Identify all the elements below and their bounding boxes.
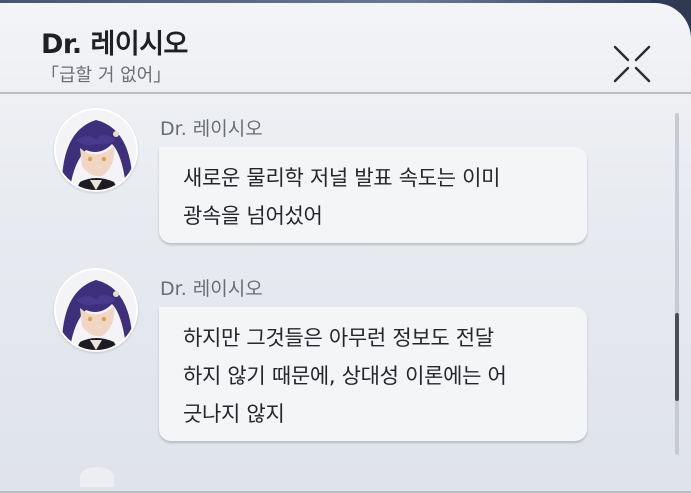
header-divider bbox=[0, 92, 691, 94]
scrollbar-track[interactable] bbox=[675, 113, 679, 455]
sender-name: Dr. 레이시오 bbox=[160, 118, 263, 140]
message-line: 하지만 그것들은 아무런 정보도 전달 bbox=[183, 326, 494, 350]
chat-subtitle: 「급할 거 없어」 bbox=[41, 65, 172, 86]
message-bubble: 새로운 물리학 저널 발표 속도는 이미 광속을 넘어섰어 bbox=[159, 147, 587, 243]
chat-title: Dr. 레이시오 bbox=[41, 29, 188, 60]
chat-header: Dr. 레이시오 「급할 거 없어」 bbox=[0, 3, 691, 92]
message-bubble: 하지만 그것들은 아무런 정보도 전달 하지 않기 때문에, 상대성 이론에는 … bbox=[159, 307, 587, 441]
avatar[interactable] bbox=[54, 108, 138, 192]
close-button[interactable] bbox=[608, 40, 656, 88]
message-line: 광속을 넘어섰어 bbox=[183, 204, 323, 228]
avatar-portrait-icon bbox=[56, 110, 136, 190]
message-line: 하지 않기 때문에, 상대성 이론에는 어 bbox=[183, 364, 507, 388]
close-icon bbox=[613, 45, 651, 83]
avatar bbox=[80, 467, 114, 487]
avatar-portrait-icon bbox=[56, 270, 136, 350]
avatar[interactable] bbox=[54, 268, 138, 352]
message-line: 새로운 물리학 저널 발표 속도는 이미 bbox=[183, 166, 501, 190]
scrollbar-thumb[interactable] bbox=[675, 313, 679, 401]
chat-panel: Dr. 레이시오 「급할 거 없어」 Dr. 레이시오 새로운 물리학 저널 발… bbox=[0, 3, 691, 493]
sender-name: Dr. 레이시오 bbox=[160, 278, 263, 300]
message-line: 긋나지 않지 bbox=[183, 402, 285, 426]
